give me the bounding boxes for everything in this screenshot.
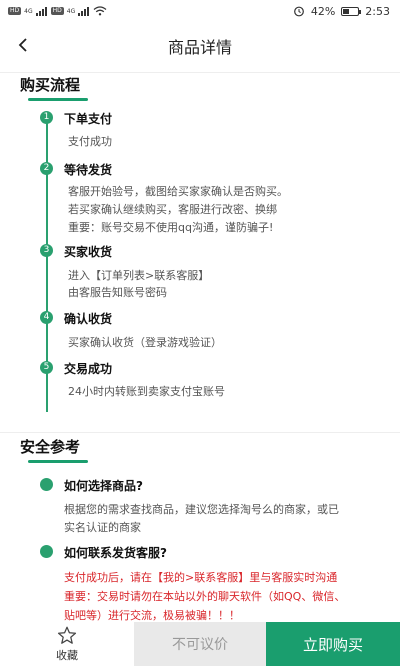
buy-now-button[interactable]: 立即购买 [266,622,400,666]
section-title-purchase: 购买流程 [20,74,88,101]
back-button[interactable] [12,34,34,56]
bottom-action-bar: 收藏 不可议价 立即购买 [0,622,400,666]
step-desc: 重要：账号交易不使用qq沟通，谨防骗子! [68,221,274,234]
step-desc: 支付成功 [68,135,112,148]
status-bar: HD 4G HD 4G 42% 2:53 [0,0,400,22]
faq-question: 如何联系发货客服? [64,546,167,560]
wifi-icon [93,6,107,16]
section-title-underline [28,460,88,463]
step-number: 3 [40,244,53,257]
top-nav: 商品详情 [0,22,400,70]
chevron-left-icon [18,38,27,52]
divider [0,432,400,433]
battery-percent: 42% [310,4,336,18]
section-title-safety: 安全参考 [20,436,88,463]
step-desc: 客服开始验号，截图给买家家确认是否购买。 [68,185,288,198]
faq-answer-warning: 重要：交易时请勿在本站以外的聊天软件（如QQ、微信、 [64,590,346,603]
signal-icon [78,6,90,16]
network-type: 4G [66,7,76,15]
step-title: 确认收货 [64,312,113,326]
star-icon [57,626,77,644]
section-title-text: 安全参考 [20,438,81,456]
step-title: 等待发货 [64,163,113,177]
battery-level [343,8,350,14]
favorite-label: 收藏 [56,648,78,662]
hd-badge: HD [50,7,64,15]
faq-answer-warning: 支付成功后，请在【我的>联系客服】里与客服实时沟通 [64,571,338,584]
bullet-dot [40,545,53,558]
page-title: 商品详情 [167,38,232,57]
section-title-underline [28,98,88,101]
step-number: 2 [40,162,53,175]
favorite-button[interactable]: 收藏 [0,622,134,666]
hd-badge: HD [8,7,22,15]
signal-icon [35,6,48,16]
section-title-text: 购买流程 [20,76,81,94]
clock: 2:53 [365,4,390,18]
step-number: 5 [40,361,53,374]
faq-question: 如何选择商品? [64,479,143,493]
bullet-dot [40,478,53,491]
step-desc: 进入【订单列表>联系客服】 [68,269,210,282]
step-desc: 若买家确认继续购买，客服进行改密、换绑 [68,203,277,216]
divider [0,72,400,73]
status-bar-left: HD 4G HD 4G [8,6,107,16]
step-title: 下单支付 [64,112,113,126]
step-desc: 由客服告知账号密码 [68,286,167,299]
no-bargain-button[interactable]: 不可议价 [134,622,266,666]
step-number: 1 [40,111,53,124]
faq-answer: 根据您的需求查找商品，建议您选择淘号么的商家，或已 [64,503,339,516]
battery-icon [341,6,362,16]
step-desc: 24小时内转账到卖家支付宝账号 [68,385,225,398]
step-title: 交易成功 [64,362,113,376]
alarm-icon [293,6,304,17]
faq-answer: 实名认证的商家 [64,521,141,534]
network-type: 4G [24,7,33,15]
step-number: 4 [40,311,53,324]
step-title: 买家收货 [64,245,113,259]
status-bar-right: 42% 2:53 [293,5,390,18]
step-desc: 买家确认收货（登录游戏验证） [68,336,222,349]
